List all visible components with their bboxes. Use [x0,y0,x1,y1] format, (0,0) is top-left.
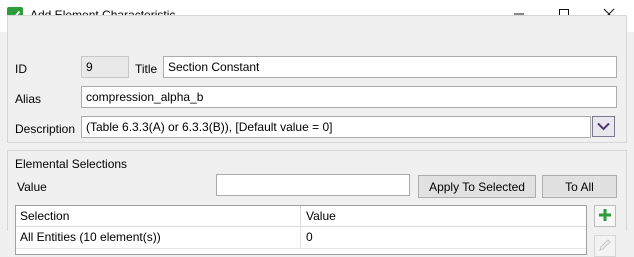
selections-table: Selection Value All Entities (10 element… [15,205,587,255]
apply-to-selected-button[interactable]: Apply To Selected [418,175,536,198]
description-dropdown-button[interactable] [592,116,615,137]
selection-cell[interactable]: All Entities (10 element(s)) [16,226,300,248]
column-header-value[interactable]: Value [302,206,586,226]
edit-selection-button[interactable] [594,235,616,257]
plus-icon [598,208,612,225]
table-header: Selection Value [16,206,586,227]
title-label: Title [135,62,158,76]
pencil-icon [598,238,612,255]
chevron-down-icon [597,120,610,134]
alias-label: Alias [15,92,42,106]
description-select[interactable]: (Table 6.3.3(A) or 6.3.3(B)), [Default v… [81,116,591,138]
add-selection-button[interactable] [594,205,616,227]
id-label: ID [15,62,27,76]
title-field[interactable]: Section Constant [163,56,617,78]
value-input[interactable] [216,174,410,196]
id-field: 9 [81,56,129,78]
alias-field[interactable]: compression_alpha_b [81,86,617,108]
to-all-button[interactable]: To All [542,175,617,198]
value-cell[interactable]: 0 [302,226,586,248]
table-row[interactable]: All Entities (10 element(s)) 0 [16,226,586,249]
value-label: Value [17,180,47,194]
column-header-selection[interactable]: Selection [16,206,300,226]
elemental-selections-label: Elemental Selections [15,157,130,171]
description-label: Description [15,122,76,136]
